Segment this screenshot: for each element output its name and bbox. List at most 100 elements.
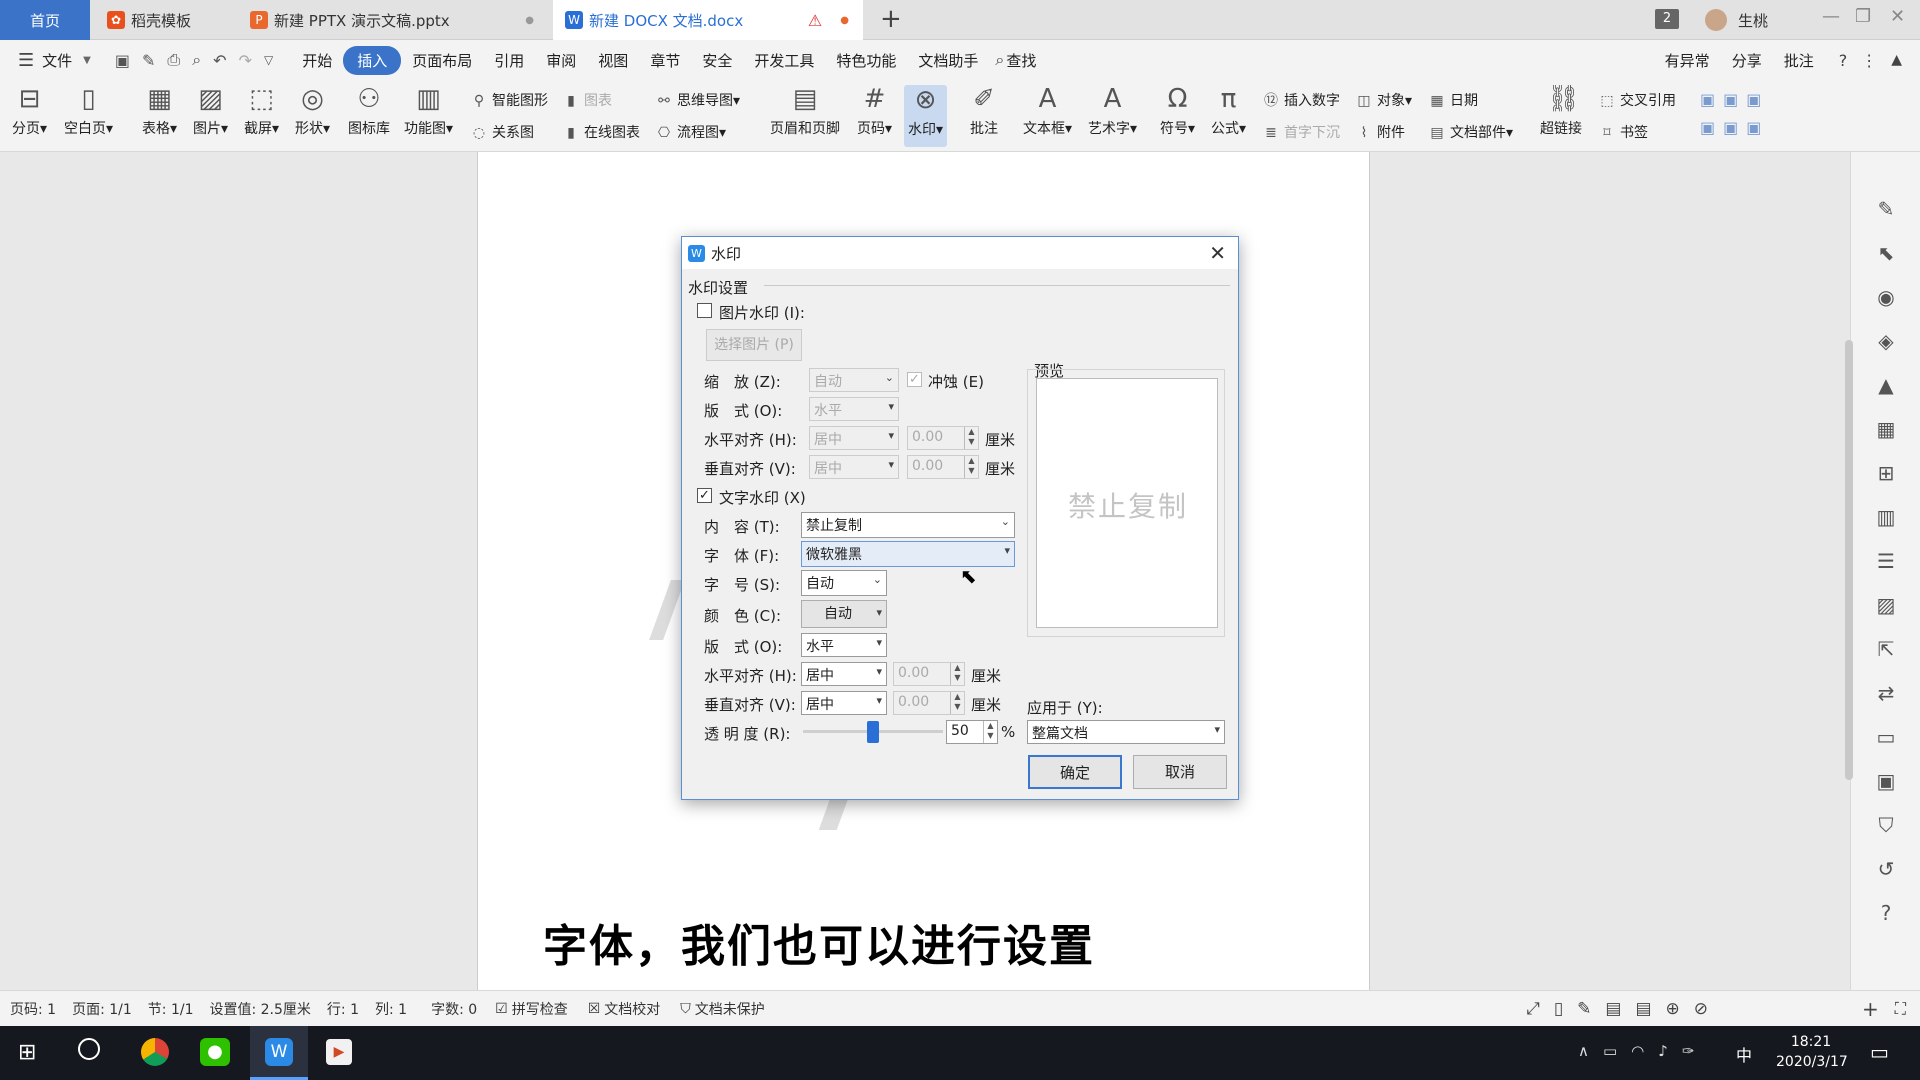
export-icon[interactable]: ⇱ bbox=[1873, 636, 1899, 662]
formula-button[interactable]: π 公式▾ bbox=[1211, 84, 1246, 138]
menu-search[interactable]: 查找 bbox=[1004, 50, 1047, 71]
spinner-icon[interactable]: ▲ ▼ bbox=[983, 721, 997, 743]
choose-picture-button[interactable]: 选择图片 (P) bbox=[706, 329, 802, 361]
print-preview-icon[interactable]: ⌕ bbox=[192, 50, 201, 70]
wps-taskbar-icon[interactable]: W bbox=[265, 1038, 293, 1066]
menu-chapter[interactable]: 章节 bbox=[639, 50, 691, 71]
tab-home[interactable]: 首页 bbox=[0, 0, 90, 40]
help-icon[interactable]: ? bbox=[1839, 51, 1848, 70]
menu-exception[interactable]: 有异常 bbox=[1654, 50, 1721, 71]
screenshot-button[interactable]: ⬚ 截屏▾ bbox=[244, 84, 279, 138]
shapes-panel-icon[interactable]: ◈ bbox=[1873, 328, 1899, 354]
grid-icon[interactable]: ▦ bbox=[1873, 416, 1899, 442]
print-icon[interactable]: ⎙ bbox=[167, 50, 180, 70]
user-name[interactable]: 生桃 bbox=[1738, 10, 1768, 31]
search-icon[interactable]: ⌕ bbox=[995, 50, 1004, 70]
pen-icon[interactable]: ✎ bbox=[1873, 196, 1899, 222]
hyperlink-button[interactable]: ⛓ 超链接 bbox=[1540, 84, 1582, 138]
menu-insert[interactable]: 插入 bbox=[343, 45, 402, 75]
cortana-icon[interactable] bbox=[78, 1038, 100, 1060]
cancel-button[interactable]: 取消 bbox=[1133, 755, 1227, 789]
restore-icon[interactable]: ❐ bbox=[1855, 6, 1871, 27]
word-art-button[interactable]: A 艺术字▾ bbox=[1088, 84, 1137, 138]
size-select[interactable]: 自动 ⌄ bbox=[801, 570, 887, 596]
online-chart-button[interactable]: ▮ 在线图表 bbox=[562, 122, 640, 142]
hamburger-icon[interactable]: ☰ bbox=[18, 50, 34, 71]
windows-start-icon[interactable]: ⊞ bbox=[18, 1040, 36, 1065]
menu-comment[interactable]: 批注 bbox=[1773, 50, 1825, 71]
halign2-select[interactable]: 居中 ▾ bbox=[801, 662, 887, 686]
valign2-offset-input[interactable]: 0.00 ▲ ▼ bbox=[893, 691, 965, 715]
bookmark-button[interactable]: ⌑ 书签 bbox=[1598, 122, 1648, 142]
tray-icons[interactable]: ∧▭◠♪✑ bbox=[1578, 1042, 1708, 1060]
window-count-badge[interactable]: 2 bbox=[1655, 9, 1679, 29]
opacity-slider-thumb[interactable] bbox=[867, 721, 879, 743]
menu-share[interactable]: 分享 bbox=[1721, 50, 1773, 71]
object-button[interactable]: ◫ 对象▾ bbox=[1355, 90, 1412, 110]
drop-cap-button[interactable]: ≣ 首字下沉 bbox=[1262, 122, 1340, 142]
picture-watermark-checkbox[interactable] bbox=[697, 303, 712, 318]
chart-button[interactable]: ▮ 图表 bbox=[562, 90, 612, 110]
ok-button[interactable]: 确定 bbox=[1028, 755, 1122, 789]
layout-select[interactable]: 水平 ▾ bbox=[809, 397, 899, 421]
watermark-button[interactable]: ⊗ 水印▾ bbox=[904, 85, 948, 147]
relation-chart-button[interactable]: ◌ 关系图 bbox=[470, 122, 534, 142]
close-icon[interactable]: ✕ bbox=[1890, 6, 1905, 27]
text-box-button[interactable]: A 文本框▾ bbox=[1023, 84, 1072, 138]
form-controls-group[interactable]: ▣▣▣ ▣▣▣ bbox=[1700, 86, 1776, 146]
help-circle-icon[interactable]: ? bbox=[1873, 900, 1899, 926]
menu-review[interactable]: 审阅 bbox=[535, 50, 587, 71]
wechat-icon[interactable]: ● bbox=[200, 1038, 230, 1066]
minimize-icon[interactable]: — bbox=[1822, 6, 1840, 27]
menu-security[interactable]: 安全 bbox=[691, 50, 743, 71]
shapes-button[interactable]: ◎ 形状▾ bbox=[295, 84, 330, 138]
icon-library-button[interactable]: ⚇ 图标库 bbox=[348, 84, 390, 138]
layers-icon[interactable]: ▲ bbox=[1873, 372, 1899, 398]
halign2-offset-input[interactable]: 0.00 ▲ ▼ bbox=[893, 662, 965, 686]
status-protect[interactable]: 文档未保护 bbox=[695, 999, 765, 1019]
halign-select[interactable]: 居中 ▾ bbox=[809, 426, 899, 450]
more-icon[interactable]: ⋮ bbox=[1861, 51, 1877, 70]
opacity-input[interactable]: 50 ▲ ▼ bbox=[946, 720, 998, 744]
table-button[interactable]: ▦ 表格▾ bbox=[142, 84, 177, 138]
page-break-button[interactable]: ⊟ 分页▾ bbox=[12, 84, 47, 138]
archive-icon[interactable]: ▭ bbox=[1873, 724, 1899, 750]
history-icon[interactable]: ↺ bbox=[1873, 856, 1899, 882]
new-tab-icon[interactable]: + bbox=[880, 4, 902, 34]
tab-template[interactable]: ✿ 稻壳模板 bbox=[95, 0, 235, 40]
photo-icon[interactable]: ▣ bbox=[1873, 768, 1899, 794]
layout2-select[interactable]: 水平 ▾ bbox=[801, 633, 887, 657]
date-button[interactable]: ▦ 日期 bbox=[1428, 90, 1478, 110]
menu-view[interactable]: 视图 bbox=[587, 50, 639, 71]
blank-page-button[interactable]: ▯ 空白页▾ bbox=[64, 84, 113, 138]
menu-layout[interactable]: 页面布局 bbox=[401, 50, 483, 71]
collapse-ribbon-icon[interactable]: ▲ bbox=[1891, 52, 1902, 68]
color-select[interactable]: 自动 ▾ bbox=[801, 600, 887, 628]
flowchart-button[interactable]: ⎔ 流程图▾ bbox=[655, 122, 726, 142]
zoom-in-icon[interactable]: + bbox=[1862, 997, 1879, 1021]
valign2-select[interactable]: 居中 ▾ bbox=[801, 691, 887, 715]
spinner-icon[interactable]: ▲ ▼ bbox=[950, 692, 964, 714]
smart-art-button[interactable]: ⚲ 智能图形 bbox=[470, 90, 548, 110]
chevron-down-icon[interactable]: ▼ bbox=[83, 55, 91, 66]
page-number-button[interactable]: # 页码▾ bbox=[857, 84, 892, 138]
avatar[interactable] bbox=[1705, 9, 1727, 31]
quick-access-more-icon[interactable]: ▽ bbox=[264, 53, 273, 67]
tab-pptx[interactable]: P 新建 PPTX 演示文稿.pptx ● bbox=[238, 0, 548, 40]
cursor-icon[interactable]: ⬉ bbox=[1873, 240, 1899, 266]
font-select[interactable]: 微软雅黑 ▾ bbox=[801, 541, 1015, 567]
status-proofread[interactable]: 文档校对 bbox=[604, 999, 660, 1019]
mind-map-button[interactable]: ⚯ 思维导图▾ bbox=[655, 90, 740, 110]
sliders-icon[interactable]: ☰ bbox=[1873, 548, 1899, 574]
view-mode-icons[interactable]: ⤢▯✎▤▤⊕⊘ bbox=[1526, 999, 1722, 1019]
washout-checkbox[interactable]: ✓ bbox=[907, 372, 922, 387]
valign-offset-input[interactable]: 0.00 ▲ ▼ bbox=[907, 455, 979, 479]
notification-icon[interactable]: ▭ bbox=[1870, 1040, 1889, 1064]
content-input[interactable]: 禁止复制 ⌄ bbox=[801, 512, 1015, 538]
menu-references[interactable]: 引用 bbox=[483, 50, 535, 71]
chart-panel-icon[interactable]: ▥ bbox=[1873, 504, 1899, 530]
attachment-button[interactable]: ⌇ 附件 bbox=[1355, 122, 1405, 142]
apps-icon[interactable]: ⊞ bbox=[1873, 460, 1899, 486]
comment-button[interactable]: ✐ 批注 bbox=[970, 84, 998, 138]
menu-features[interactable]: 特色功能 bbox=[825, 50, 907, 71]
